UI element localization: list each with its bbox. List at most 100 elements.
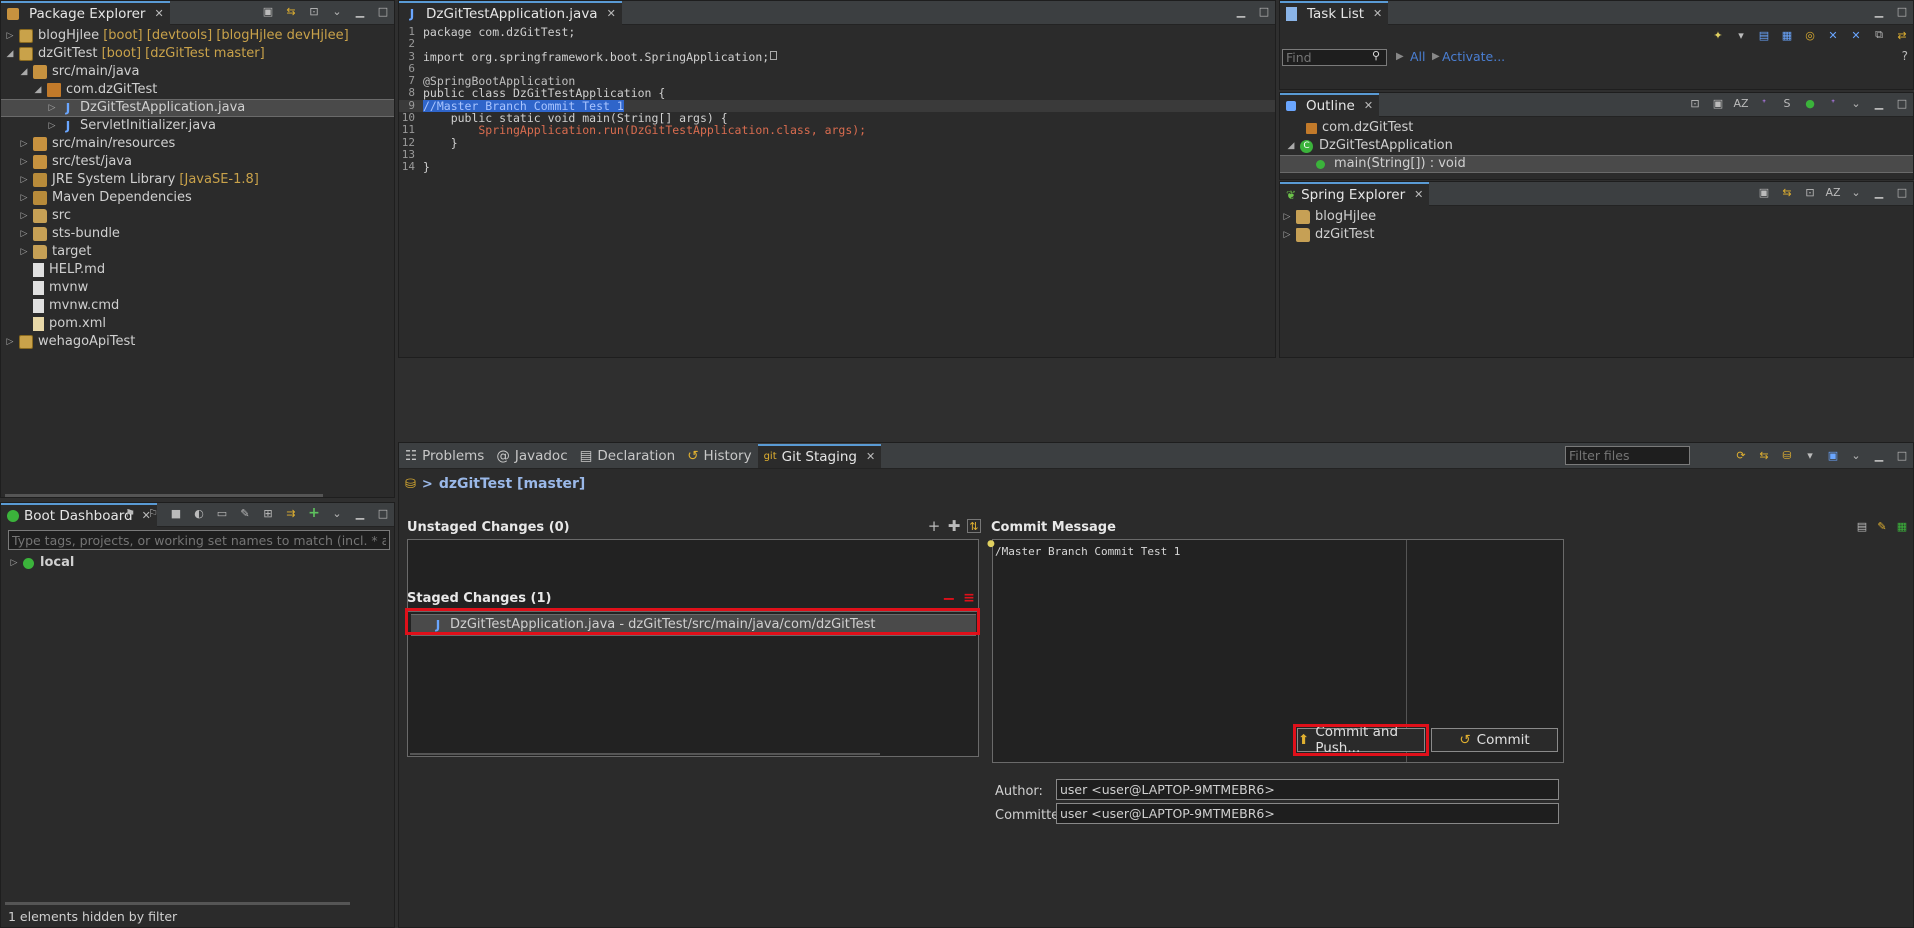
new-task-icon[interactable]: ✦ bbox=[1711, 28, 1725, 42]
config-icon[interactable]: ⊞ bbox=[261, 506, 275, 520]
focus-icon[interactable]: ◎ bbox=[1803, 28, 1817, 42]
focus-icon[interactable]: ⊡ bbox=[1803, 185, 1817, 199]
focus-icon[interactable]: ⊡ bbox=[1688, 96, 1702, 110]
tab-package-explorer[interactable]: Package Explorer ✕ bbox=[1, 1, 170, 25]
collapse-all-icon[interactable]: ▣ bbox=[261, 4, 275, 18]
edit-icon[interactable]: ✎ bbox=[238, 506, 252, 520]
maximize-icon[interactable]: □ bbox=[376, 4, 390, 18]
maximize-icon[interactable]: □ bbox=[376, 506, 390, 520]
tree-item-help-md[interactable]: HELP.md bbox=[1, 261, 394, 279]
expand-arrow-icon[interactable]: ▷ bbox=[19, 153, 29, 171]
tree-item-maven-deps[interactable]: ▷ Maven Dependencies bbox=[1, 189, 394, 207]
expand-arrow-icon[interactable]: ▷ bbox=[1282, 226, 1292, 244]
minimize-icon[interactable]: ▁ bbox=[1872, 448, 1886, 462]
tree-item-jre[interactable]: ▷ JRE System Library [JavaSE-1.8] bbox=[1, 171, 394, 189]
tree-item-src[interactable]: ▷ src bbox=[1, 207, 394, 225]
code-area[interactable]: 1 package com.dzGitTest; 2 3 import org.sp… bbox=[399, 25, 1275, 174]
minimize-icon[interactable]: ▁ bbox=[1872, 96, 1886, 110]
outline-item-package[interactable]: com.dzGitTest bbox=[1280, 119, 1913, 137]
expand-arrow-icon[interactable]: ▷ bbox=[5, 27, 15, 45]
expand-arrow-icon[interactable]: ▷ bbox=[5, 333, 15, 351]
close-icon[interactable]: ✕ bbox=[1373, 7, 1382, 20]
expand-arrow-icon[interactable]: ▷ bbox=[9, 554, 19, 572]
view-menu-icon[interactable]: ⌄ bbox=[1849, 96, 1863, 110]
categorized-icon[interactable]: ▤ bbox=[1757, 28, 1771, 42]
committer-field[interactable]: user <user@LAPTOP-9MTMEBR6> bbox=[1056, 803, 1559, 824]
filter-files-input[interactable] bbox=[1565, 446, 1690, 465]
tree-item-mvnw-cmd[interactable]: mvnw.cmd bbox=[1, 297, 394, 315]
minimize-icon[interactable]: ▁ bbox=[353, 506, 367, 520]
expand-arrow-icon[interactable]: ▷ bbox=[47, 117, 57, 135]
link-editor-icon[interactable]: ⇆ bbox=[284, 4, 298, 18]
minimize-icon[interactable]: ▁ bbox=[1234, 4, 1248, 18]
tab-outline[interactable]: Outline ✕ bbox=[1280, 93, 1380, 117]
boot-dashboard-filter-input[interactable] bbox=[8, 530, 390, 550]
horizontal-scrollbar[interactable] bbox=[410, 753, 880, 755]
tree-item-src-main-java[interactable]: ◢ src/main/java bbox=[1, 63, 394, 81]
tab-javadoc[interactable]: @ Javadoc bbox=[490, 443, 574, 468]
hide-fields-icon[interactable]: ᐩ bbox=[1757, 96, 1771, 110]
view-menu-icon[interactable]: ⌄ bbox=[330, 506, 344, 520]
tree-item-pom-xml[interactable]: pom.xml bbox=[1, 315, 394, 333]
sort-icon[interactable]: ⇅ bbox=[967, 519, 981, 533]
spring-item-dzgittest[interactable]: ▷ dzGitTest bbox=[1280, 226, 1913, 244]
collapse-arrow-icon[interactable]: ◢ bbox=[5, 45, 15, 63]
expand-arrow-icon[interactable]: ▷ bbox=[19, 135, 29, 153]
close-icon[interactable]: ✕ bbox=[1364, 99, 1373, 112]
expand-arrow-icon[interactable]: ▷ bbox=[19, 243, 29, 261]
commit-button[interactable]: ↺ Commit bbox=[1431, 728, 1558, 752]
dropdown-icon[interactable]: ▾ bbox=[1803, 448, 1817, 462]
amend-icon[interactable]: ▤ bbox=[1855, 519, 1869, 533]
hide-local-icon[interactable]: ᐩ bbox=[1826, 96, 1840, 110]
hide-nonpublic-icon[interactable]: ● bbox=[1803, 96, 1817, 110]
outline-item-main[interactable]: main(String[]) : void bbox=[1280, 155, 1913, 173]
expand-arrow-icon[interactable]: ▷ bbox=[19, 207, 29, 225]
view-menu-icon[interactable]: ⌄ bbox=[330, 4, 344, 18]
hide-static-icon[interactable]: S bbox=[1780, 96, 1794, 110]
unstage-all-icon[interactable]: ≡ bbox=[962, 590, 976, 606]
refresh-icon[interactable]: ⟳ bbox=[1734, 448, 1748, 462]
tree-item-servletinitializer[interactable]: ▷ J ServletInitializer.java bbox=[1, 117, 394, 135]
tree-item-sts-bundle[interactable]: ▷ sts-bundle bbox=[1, 225, 394, 243]
maximize-icon[interactable]: □ bbox=[1895, 185, 1909, 199]
expand-arrow-icon[interactable]: ▷ bbox=[19, 189, 29, 207]
tree-item-target[interactable]: ▷ target bbox=[1, 243, 394, 261]
maximize-icon[interactable]: □ bbox=[1257, 4, 1271, 18]
stage-all-icon[interactable]: ✚ bbox=[947, 517, 961, 535]
view-menu-icon[interactable]: ⌄ bbox=[1849, 185, 1863, 199]
folded-marker-icon[interactable] bbox=[770, 50, 778, 60]
tab-declaration[interactable]: ▤ Declaration bbox=[573, 443, 682, 468]
horizontal-scrollbar[interactable] bbox=[5, 494, 323, 497]
sign-off-icon[interactable]: ✎ bbox=[1875, 519, 1889, 533]
activate-link[interactable]: Activate... bbox=[1442, 49, 1505, 64]
start-icon[interactable]: ⚑ bbox=[123, 506, 137, 520]
tree-item-bloghjlee[interactable]: ▷ blogHjlee [boot] [devtools] [blogHjlee… bbox=[1, 27, 394, 45]
author-field[interactable]: user <user@LAPTOP-9MTMEBR6> bbox=[1056, 779, 1559, 800]
repository-icon[interactable]: ⛁ bbox=[1780, 448, 1794, 462]
tab-problems[interactable]: ☷ Problems bbox=[399, 443, 491, 468]
expose-icon[interactable]: ⇉ bbox=[284, 506, 298, 520]
minimize-icon[interactable]: ▁ bbox=[1872, 4, 1886, 18]
tree-item-dzgittest[interactable]: ◢ dzGitTest [boot] [dzGitTest master] bbox=[1, 45, 394, 63]
collapse-all-icon[interactable]: ▣ bbox=[1757, 185, 1771, 199]
scheduled-icon[interactable]: ▦ bbox=[1780, 28, 1794, 42]
copy-icon[interactable]: ⧉ bbox=[1872, 28, 1886, 42]
sort-icon[interactable]: AZ bbox=[1733, 96, 1748, 110]
close-icon[interactable]: ✕ bbox=[607, 7, 616, 20]
focus-icon[interactable]: ⊡ bbox=[307, 4, 321, 18]
spring-item-bloghjlee[interactable]: ▷ blogHjlee bbox=[1280, 208, 1913, 226]
outline-item-class[interactable]: ◢ C DzGitTestApplication bbox=[1280, 137, 1913, 155]
stop-icon[interactable]: ■ bbox=[169, 506, 183, 520]
expand-arrow-icon[interactable]: ▷ bbox=[47, 99, 57, 117]
collapse-arrow-icon[interactable]: ◢ bbox=[1286, 137, 1296, 155]
sort-icon[interactable]: AZ bbox=[1825, 185, 1840, 199]
all-link[interactable]: All bbox=[1410, 49, 1426, 64]
tab-editor-file[interactable]: J DzGitTestApplication.java ✕ bbox=[399, 1, 622, 25]
boot-item-local[interactable]: ▷ local bbox=[9, 554, 75, 572]
minimize-icon[interactable]: ▁ bbox=[353, 4, 367, 18]
filter-icon[interactable]: ✕ bbox=[1849, 28, 1863, 42]
tree-item-package[interactable]: ◢ com.dzGitTest bbox=[1, 81, 394, 99]
maximize-icon[interactable]: □ bbox=[1895, 96, 1909, 110]
tab-spring-explorer[interactable]: ❦ Spring Explorer ✕ bbox=[1280, 182, 1430, 206]
tree-item-dzgittestapplication[interactable]: ▷ J DzGitTestApplication.java bbox=[1, 99, 394, 117]
